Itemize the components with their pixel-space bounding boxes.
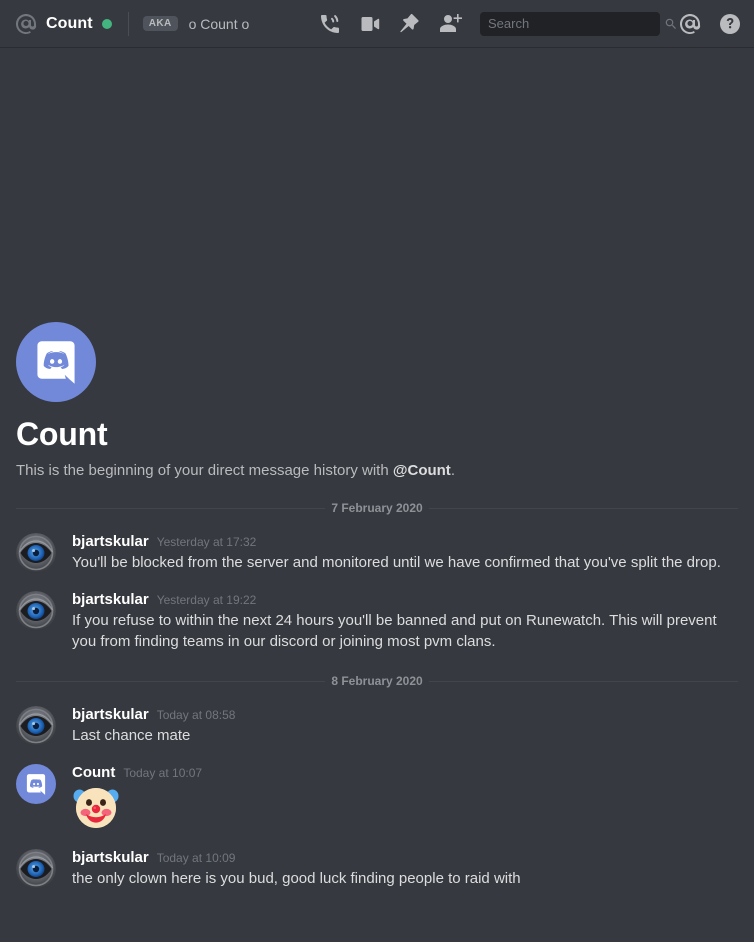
message-timestamp: Yesterday at 17:32 [156, 535, 257, 549]
help-icon[interactable] [718, 12, 742, 36]
intro-desc-mention[interactable]: @Count [393, 462, 451, 479]
eye-emblem-icon [16, 849, 56, 889]
search-input[interactable] [488, 16, 664, 31]
message-timestamp: Today at 10:07 [123, 766, 203, 780]
intro-desc-suffix: . [450, 462, 455, 479]
message-row[interactable]: bjartskular Today at 08:58 Last chance m… [0, 702, 754, 748]
intro-title: Count [16, 416, 108, 452]
avatar[interactable] [16, 764, 56, 804]
message-list[interactable]: Count This is the beginning of your dire… [0, 48, 754, 942]
date-divider-1: 7 February 2020 [16, 501, 739, 515]
eye-emblem-icon [16, 591, 56, 631]
date-divider-label: 7 February 2020 [331, 501, 423, 515]
call-icon[interactable] [318, 12, 342, 36]
dm-recipient-name[interactable]: Count [46, 15, 93, 33]
avatar[interactable] [16, 533, 56, 573]
message-text: You'll be blocked from the server and mo… [72, 554, 721, 571]
aka-nickname: o Count o [188, 15, 250, 32]
status-online-dot [101, 18, 112, 29]
eye-emblem-icon [16, 706, 56, 746]
message-body: bjartskular Yesterday at 17:32 You'll be… [72, 533, 738, 573]
message-row[interactable]: bjartskular Today at 10:09 the only clow… [0, 845, 754, 891]
message-header: bjartskular Today at 10:09 [72, 849, 738, 866]
pin-icon[interactable] [398, 12, 422, 36]
message-text: If you refuse to within the next 24 hour… [72, 612, 717, 650]
message-header: bjartskular Today at 08:58 [72, 706, 738, 723]
message-header: bjartskular Yesterday at 19:22 [72, 591, 738, 608]
message-timestamp: Today at 10:09 [156, 851, 236, 865]
header-actions [318, 11, 742, 36]
video-icon[interactable] [358, 12, 382, 36]
message-body: bjartskular Today at 10:09 the only clow… [72, 849, 738, 889]
search-icon [664, 17, 678, 31]
intro-desc-prefix: This is the beginning of your direct mes… [16, 462, 393, 479]
message-author[interactable]: bjartskular [72, 706, 149, 723]
date-divider-label: 8 February 2020 [331, 674, 423, 688]
clown-face-emoji [73, 788, 119, 828]
dm-intro: Count This is the beginning of your dire… [0, 322, 754, 481]
aka-badge: AKA [142, 16, 178, 31]
message-text: the only clown here is you bud, good luc… [72, 870, 521, 887]
divider-line-right [428, 680, 739, 682]
search-box[interactable] [480, 11, 676, 36]
mention-icon[interactable] [678, 12, 702, 36]
at-icon [14, 12, 38, 36]
message-row[interactable]: bjartskular Yesterday at 17:32 You'll be… [0, 529, 754, 575]
add-friend-icon[interactable] [438, 12, 462, 36]
message-text: Last chance mate [72, 727, 191, 744]
message-header: Count Today at 10:07 [72, 764, 738, 781]
message-emoji [72, 783, 738, 831]
message-author[interactable]: bjartskular [72, 591, 149, 608]
message-body: bjartskular Today at 08:58 Last chance m… [72, 706, 738, 746]
avatar[interactable] [16, 706, 56, 746]
intro-avatar [16, 322, 96, 402]
message-body: bjartskular Yesterday at 19:22 If you re… [72, 591, 738, 652]
avatar[interactable] [16, 849, 56, 889]
intro-description: This is the beginning of your direct mes… [16, 461, 738, 481]
message-timestamp: Yesterday at 19:22 [156, 593, 257, 607]
dm-header: Count AKA o Count o [0, 0, 754, 48]
divider-line-left [16, 680, 326, 682]
message-row[interactable]: Count Today at 10:07 [0, 760, 754, 833]
divider-line-right [428, 507, 739, 509]
message-author[interactable]: bjartskular [72, 849, 149, 866]
message-row[interactable]: bjartskular Yesterday at 19:22 If you re… [0, 587, 754, 654]
message-author[interactable]: Count [72, 764, 115, 781]
avatar[interactable] [16, 591, 56, 631]
message-timestamp: Today at 08:58 [156, 708, 236, 722]
message-author[interactable]: bjartskular [72, 533, 149, 550]
header-divider [127, 11, 129, 36]
date-divider-2: 8 February 2020 [16, 674, 739, 688]
eye-emblem-icon [16, 533, 56, 573]
discord-clyde-icon [37, 340, 75, 384]
divider-line-left [16, 507, 326, 509]
discord-clyde-icon [26, 773, 46, 795]
top-spacer [0, 48, 754, 322]
message-header: bjartskular Yesterday at 17:32 [72, 533, 738, 550]
message-body: Count Today at 10:07 [72, 764, 738, 831]
